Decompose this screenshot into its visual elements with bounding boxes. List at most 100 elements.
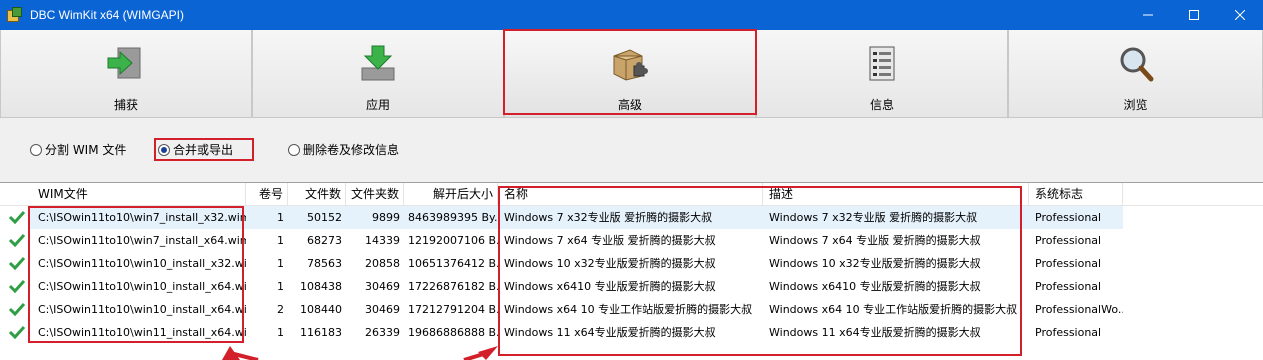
- cell-description: Windows 7 x32专业版 爱折腾的摄影大叔: [769, 211, 978, 224]
- cell-folder-count: 26339: [365, 326, 400, 339]
- column-name[interactable]: 名称: [498, 183, 763, 206]
- check-icon[interactable]: [8, 210, 26, 224]
- merge-export-label: 合并或导出: [173, 143, 234, 157]
- delete-volume-option[interactable]: 删除卷及修改信息: [288, 141, 399, 158]
- cell-file-count: 116183: [300, 326, 342, 339]
- check-icon[interactable]: [8, 279, 26, 293]
- advanced-label: 高级: [617, 98, 642, 112]
- cell-name: Windows 11 x64专业版爱折腾的摄影大叔: [504, 326, 716, 339]
- advanced-button[interactable]: 高级: [504, 30, 756, 118]
- operation-options: 分割 WIM 文件 合并或导出 删除卷及修改信息: [0, 118, 1263, 182]
- cell-wim-file: C:\ISOwin11to10\win7_install_x64.wim: [38, 234, 246, 247]
- apply-icon: [358, 44, 398, 84]
- apply-label: 应用: [365, 98, 390, 112]
- column-description[interactable]: 描述: [763, 183, 1029, 206]
- table-row[interactable]: C:\ISOwin11to10\win10_install_x64.wim 2 10…: [0, 298, 1263, 321]
- check-icon[interactable]: [8, 302, 26, 316]
- column-unpacked-size[interactable]: 解开后大小: [404, 183, 498, 206]
- cell-unpacked-size: 10651376412 B...: [408, 257, 498, 270]
- merge-export-radio[interactable]: [158, 143, 170, 156]
- browse-label: 浏览: [1123, 98, 1148, 112]
- table-row[interactable]: C:\ISOwin11to10\win11_install_x64.wim 1 11…: [0, 321, 1263, 344]
- cell-description: Windows x6410 专业版爱折腾的摄影大叔: [769, 280, 981, 293]
- annotation-arrow-left: [222, 346, 259, 360]
- cell-file-count: 108440: [300, 303, 342, 316]
- info-label: 信息: [869, 98, 894, 112]
- cell-name: Windows 7 x32专业版 爱折腾的摄影大叔: [504, 211, 713, 224]
- cell-volume: 2: [277, 303, 284, 316]
- cell-folder-count: 30469: [365, 303, 400, 316]
- cell-file-count: 108438: [300, 280, 342, 293]
- check-icon[interactable]: [8, 233, 26, 247]
- table-row[interactable]: C:\ISOwin11to10\win10_install_x32.wim 1 78…: [0, 252, 1263, 275]
- column-system-flag[interactable]: 系统标志: [1029, 183, 1123, 206]
- close-icon: [1235, 10, 1245, 20]
- cell-volume: 1: [277, 234, 284, 247]
- table-row[interactable]: C:\ISOwin11to10\win7_install_x32.wim 1 501…: [0, 206, 1263, 229]
- minimize-icon: [1143, 14, 1153, 16]
- cell-volume: 1: [277, 280, 284, 293]
- cell-system-flag: Professional: [1035, 234, 1102, 247]
- column-wim-file[interactable]: WIM文件: [30, 183, 246, 206]
- check-icon[interactable]: [8, 256, 26, 270]
- split-wim-option[interactable]: 分割 WIM 文件: [30, 141, 126, 158]
- window-controls: [1125, 0, 1263, 30]
- cell-system-flag: Professional: [1035, 211, 1102, 224]
- maximize-icon: [1189, 10, 1199, 20]
- browse-button[interactable]: 浏览: [1008, 30, 1263, 118]
- capture-button[interactable]: 捕获: [0, 30, 252, 118]
- merge-export-option[interactable]: 合并或导出: [158, 141, 233, 158]
- cell-unpacked-size: 17226876182 B...: [408, 280, 498, 293]
- cell-description: Windows 10 x32专业版爱折腾的摄影大叔: [769, 257, 981, 270]
- cell-folder-count: 9899: [372, 211, 400, 224]
- cell-system-flag: Professional: [1035, 326, 1102, 339]
- apply-button[interactable]: 应用: [252, 30, 504, 118]
- cell-wim-file: C:\ISOwin11to10\win10_install_x64.wim: [38, 280, 246, 293]
- wim-image-table[interactable]: WIM文件 卷号 文件数 文件夹数 解开后大小 名称 描述 系统标志 C:\IS…: [0, 182, 1263, 360]
- delete-volume-label: 删除卷及修改信息: [303, 143, 400, 157]
- cell-name: Windows x6410 专业版爱折腾的摄影大叔: [504, 280, 716, 293]
- split-wim-label: 分割 WIM 文件: [45, 143, 127, 157]
- cell-description: Windows 7 x64 专业版 爱折腾的摄影大叔: [769, 234, 981, 247]
- cell-system-flag: Professional: [1035, 257, 1102, 270]
- cell-file-count: 68273: [307, 234, 342, 247]
- maximize-button[interactable]: [1171, 0, 1217, 30]
- check-icon[interactable]: [8, 325, 26, 339]
- cell-system-flag: ProfessionalWo...: [1035, 303, 1123, 316]
- cell-name: Windows 10 x32专业版爱折腾的摄影大叔: [504, 257, 716, 270]
- cell-wim-file: C:\ISOwin11to10\win10_install_x32.wim: [38, 257, 246, 270]
- window-title: DBC WimKit x64 (WIMGAPI): [30, 8, 185, 22]
- cell-unpacked-size: 8463989395 By...: [408, 211, 498, 224]
- cell-unpacked-size: 12192007106 B...: [408, 234, 498, 247]
- info-button[interactable]: 信息: [756, 30, 1008, 118]
- minimize-button[interactable]: [1125, 0, 1171, 30]
- split-wim-radio[interactable]: [30, 143, 42, 156]
- cell-wim-file: C:\ISOwin11to10\win7_install_x32.wim: [38, 211, 246, 224]
- annotation-arrow-right: [463, 346, 498, 360]
- capture-icon: [106, 44, 146, 84]
- title-bar: DBC WimKit x64 (WIMGAPI): [0, 0, 1263, 30]
- cell-file-count: 50152: [307, 211, 342, 224]
- table-header: WIM文件 卷号 文件数 文件夹数 解开后大小 名称 描述 系统标志: [0, 183, 1263, 206]
- table-row[interactable]: C:\ISOwin11to10\win10_install_x64.wim 1 10…: [0, 275, 1263, 298]
- browse-icon: [1116, 44, 1156, 84]
- cell-wim-file: C:\ISOwin11to10\win10_install_x64.wim: [38, 303, 246, 316]
- column-file-count[interactable]: 文件数: [288, 183, 346, 206]
- cell-description: Windows x64 10 专业工作站版爱折腾的摄影大叔: [769, 303, 1018, 316]
- cell-folder-count: 30469: [365, 280, 400, 293]
- delete-volume-radio[interactable]: [288, 143, 300, 156]
- cell-file-count: 78563: [307, 257, 342, 270]
- column-volume[interactable]: 卷号: [246, 183, 288, 206]
- main-toolbar: 捕获 应用 高级 信息 浏览: [0, 30, 1263, 118]
- cell-unpacked-size: 17212791204 B...: [408, 303, 498, 316]
- column-folder-count[interactable]: 文件夹数: [346, 183, 404, 206]
- cell-folder-count: 14339: [365, 234, 400, 247]
- table-row[interactable]: C:\ISOwin11to10\win7_install_x64.wim 1 682…: [0, 229, 1263, 252]
- advanced-icon: [610, 44, 650, 84]
- cell-name: Windows 7 x64 专业版 爱折腾的摄影大叔: [504, 234, 716, 247]
- cell-name: Windows x64 10 专业工作站版爱折腾的摄影大叔: [504, 303, 753, 316]
- close-button[interactable]: [1217, 0, 1263, 30]
- capture-label: 捕获: [113, 98, 138, 112]
- cell-wim-file: C:\ISOwin11to10\win11_install_x64.wim: [38, 326, 246, 339]
- cell-volume: 1: [277, 211, 284, 224]
